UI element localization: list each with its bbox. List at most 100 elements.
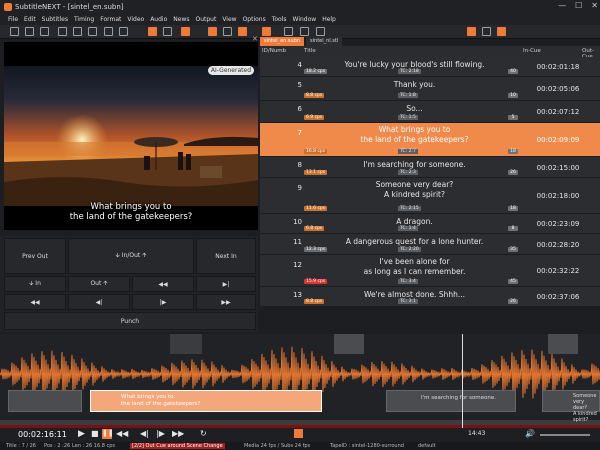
menu-tools[interactable]: Tools (272, 16, 287, 23)
menu-options[interactable]: Options (243, 16, 266, 23)
close-button[interactable]: ✕ (591, 1, 598, 10)
in-out-button[interactable]: 🡫 In/Out 🡩 (68, 238, 194, 274)
row-text[interactable]: What brings you to the land of the gateke… (302, 125, 527, 145)
next-in-button[interactable]: Next In (196, 238, 256, 274)
subtitle-clip[interactable] (8, 390, 82, 412)
frame-forward-icon[interactable]: |▶ (132, 294, 194, 310)
next-frame-icon[interactable]: ▶▶ (172, 429, 184, 438)
in-button[interactable]: 🡫 In (4, 276, 66, 292)
prev-subtitle-icon[interactable]: ◀| (140, 429, 149, 438)
view-toggle-icon[interactable] (262, 27, 271, 36)
in-cue[interactable]: 00:02:37:06 (528, 293, 588, 301)
next-cue-icon[interactable]: ▶| (196, 276, 256, 292)
row-text[interactable]: A dangerous quest for a lone hunter. (302, 237, 527, 247)
step-back-icon[interactable]: ◀◀ (4, 294, 66, 310)
in-cue[interactable]: 00:02:23:09 (528, 220, 588, 228)
menu-subtitles[interactable]: Subtitles (42, 16, 68, 23)
record-icon[interactable] (467, 27, 476, 36)
table-row[interactable]: 7 What brings you to the land of the gatek… (260, 123, 600, 157)
export-icon[interactable] (73, 27, 82, 36)
column-id[interactable]: ID/Numb (262, 48, 286, 54)
menu-view[interactable]: View (222, 16, 236, 23)
video-close-icon[interactable]: ✕ (252, 35, 258, 43)
menu-format[interactable]: Format (100, 16, 121, 23)
tab-sintel-en[interactable]: sintel_en.subn (260, 37, 305, 46)
new-file-icon[interactable] (10, 27, 19, 36)
pause-icon[interactable]: ❚❚ (102, 429, 114, 439)
column-title[interactable]: Title (304, 48, 316, 54)
menu-timing[interactable]: Timing (74, 16, 94, 23)
layout-split-icon[interactable] (208, 27, 217, 36)
layout-grid-icon[interactable] (163, 27, 172, 36)
stop-icon[interactable]: ■ (91, 429, 99, 438)
table-row[interactable]: 10 A dragon. 6.8 cps TC: 1:4 8 00:02:23:09 (260, 214, 600, 234)
in-cue[interactable]: 00:02:18:00 (528, 192, 588, 200)
table-row[interactable]: 12 I've been alone for as long as I can re… (260, 255, 600, 287)
menu-help[interactable]: Help (322, 16, 336, 23)
sync-icon[interactable] (284, 27, 293, 36)
layout-video-icon[interactable] (148, 27, 157, 36)
subtitle-toggle-icon[interactable] (294, 429, 303, 438)
in-cue[interactable]: 00:02:15:00 (528, 164, 588, 172)
in-cue[interactable]: 00:02:32:22 (528, 267, 588, 275)
table-row[interactable]: 5 Thank you. 8.8 cps TC: 1:8 10 00:02:05:06 (260, 77, 600, 101)
settings-icon[interactable] (300, 27, 309, 36)
open-folder-icon[interactable] (25, 27, 34, 36)
playhead[interactable] (462, 334, 463, 430)
table-row[interactable]: 4 You're lucky your blood's still flowing… (260, 57, 600, 77)
subtitle-clip[interactable]: Someone very dear? A kindred spirit? (542, 390, 600, 423)
row-text[interactable]: Someone very dear? A kindred spirit? (302, 180, 527, 200)
column-in-cue[interactable]: In-Cue (523, 48, 541, 54)
wifi-icon[interactable] (482, 27, 491, 36)
check-icon[interactable] (316, 27, 325, 36)
menu-news[interactable]: News (173, 16, 189, 23)
in-cue[interactable]: 00:02:05:06 (528, 85, 588, 93)
menu-file[interactable]: File (8, 16, 18, 23)
tab-sintel-nl[interactable]: sintel_nl.stl (306, 37, 343, 46)
next-subtitle-icon[interactable]: |▶ (156, 429, 165, 438)
broadcast-icon[interactable] (497, 27, 506, 36)
table-row[interactable]: 13 We're almost done. Shhh... 8.8 cps TC: 3… (260, 287, 600, 307)
menu-output[interactable]: Output (195, 16, 216, 23)
minimize-button[interactable]: — (558, 1, 566, 10)
layout-wave-icon[interactable] (181, 27, 190, 36)
menu-edit[interactable]: Edit (24, 16, 36, 23)
frame-back-icon[interactable]: ◀| (68, 294, 130, 310)
table-row[interactable]: 9 Someone very dear? A kindred spirit? 11.6… (260, 178, 600, 214)
menu-window[interactable]: Window (293, 16, 317, 23)
punch-button[interactable]: Punch (4, 312, 256, 330)
maximize-button[interactable]: ☐ (575, 1, 582, 10)
row-text[interactable]: Thank you. (302, 80, 527, 90)
import-icon[interactable] (58, 27, 67, 36)
in-cue[interactable]: 00:02:09:09 (528, 136, 588, 144)
table-row[interactable]: 8 I'm searching for someone. 13.1 cps TC: 2… (260, 157, 600, 178)
properties-icon[interactable] (88, 27, 97, 36)
play-icon[interactable]: ▶ (78, 429, 85, 439)
prev-out-button[interactable]: Prev Out (4, 238, 66, 274)
in-cue[interactable]: 00:02:28:20 (528, 241, 588, 249)
in-cue[interactable]: 00:02:01:18 (528, 63, 588, 71)
row-text[interactable]: I'm searching for someone. (302, 160, 527, 170)
subtitle-clip[interactable]: I'm searching for someone. (386, 390, 516, 412)
layout-edit-icon[interactable] (238, 27, 247, 36)
subtitle-clip-selected[interactable]: What brings you to the land of the gatek… (90, 390, 322, 412)
video-preview[interactable]: AI-Generated What brings you to the land… (4, 42, 258, 230)
row-text[interactable]: I've been alone for as long as I can reme… (302, 257, 527, 277)
prev-frame-icon[interactable]: ◀◀ (116, 429, 128, 438)
menu-video[interactable]: Video (127, 16, 144, 23)
redo-icon[interactable] (119, 27, 128, 36)
rewind-icon[interactable]: ◀◀ (132, 276, 194, 292)
loop-icon[interactable]: ↻ (200, 429, 207, 438)
save-icon[interactable] (40, 27, 49, 36)
undo-icon[interactable] (104, 27, 113, 36)
in-cue[interactable]: 00:02:07:12 (528, 108, 588, 116)
volume-slider[interactable] (540, 434, 590, 436)
table-row[interactable]: 6 So... 6.9 cps TC: 1:5 5 00:02:07:12 (260, 101, 600, 123)
layout-list-icon[interactable] (223, 27, 232, 36)
menu-audio[interactable]: Audio (150, 16, 167, 23)
waveform-panel[interactable]: What brings you to the land of the gatek… (0, 334, 600, 430)
table-row[interactable]: 11 A dangerous quest for a lone hunter. 12… (260, 234, 600, 255)
out-button[interactable]: Out 🡩 (68, 276, 130, 292)
volume-icon[interactable]: 🔊 (525, 429, 535, 438)
step-forward-icon[interactable]: ▶▶ (196, 294, 256, 310)
